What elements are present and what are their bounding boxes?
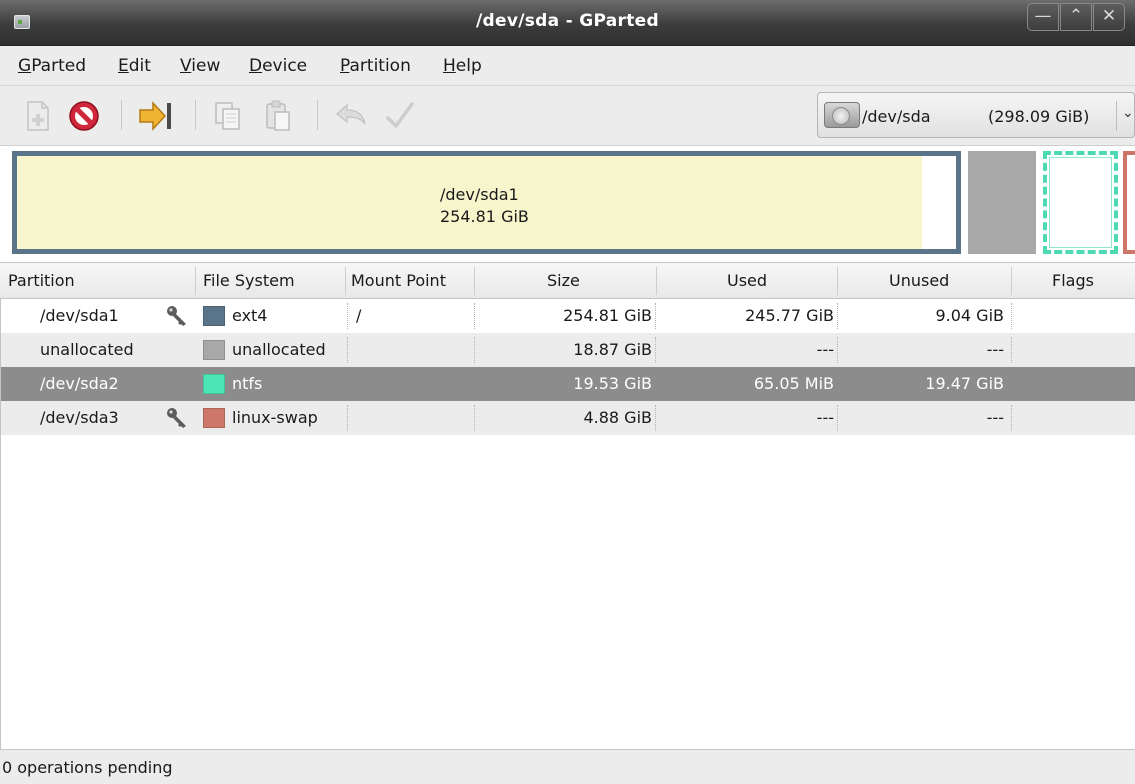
toolbar-separator bbox=[317, 100, 318, 130]
column-size[interactable]: Size bbox=[547, 271, 580, 290]
menu-partition-label: artition bbox=[349, 56, 411, 76]
menu-partition[interactable]: Partition bbox=[340, 56, 411, 76]
menu-view-accel: V bbox=[180, 56, 192, 76]
status-bar: 0 operations pending bbox=[0, 749, 1135, 784]
cell-size: 4.88 GiB bbox=[583, 408, 652, 427]
menu-partition-accel: P bbox=[340, 56, 350, 76]
table-left-border bbox=[0, 299, 1, 750]
column-flags[interactable]: Flags bbox=[1052, 271, 1094, 290]
disk-map: /dev/sda1 254.81 GiB bbox=[0, 146, 1135, 259]
fs-color-swatch bbox=[203, 340, 225, 360]
minimize-button[interactable]: — bbox=[1027, 3, 1059, 31]
menu-help-accel: H bbox=[443, 56, 456, 76]
device-size: (298.09 GiB) bbox=[988, 107, 1090, 126]
device-name: /dev/sda bbox=[862, 107, 931, 126]
maximize-button[interactable]: ⌃ bbox=[1060, 3, 1092, 31]
cell-used: 65.05 MiB bbox=[753, 374, 834, 393]
cell-partition: /dev/sda2 bbox=[40, 374, 119, 393]
resize-move-icon[interactable] bbox=[137, 98, 173, 134]
partition-block-size: 254.81 GiB bbox=[440, 207, 529, 226]
table-row[interactable]: unallocated unallocated 18.87 GiB --- --… bbox=[0, 333, 1135, 367]
fs-color-swatch bbox=[203, 374, 225, 394]
menu-gparted-label: Parted bbox=[31, 56, 86, 76]
copy-icon[interactable] bbox=[210, 98, 246, 134]
menu-device-accel: D bbox=[249, 56, 263, 76]
column-divider bbox=[195, 267, 196, 295]
apply-icon[interactable] bbox=[382, 98, 418, 134]
partition-block-unallocated[interactable] bbox=[968, 151, 1036, 254]
column-divider bbox=[837, 267, 838, 295]
column-partition[interactable]: Partition bbox=[8, 271, 75, 290]
lock-key-icon bbox=[167, 408, 186, 428]
table-header: Partition File System Mount Point Size U… bbox=[0, 263, 1135, 299]
partition-block-name: /dev/sda1 bbox=[440, 185, 519, 204]
cell-unused: 19.47 GiB bbox=[925, 374, 1004, 393]
menu-view[interactable]: View bbox=[180, 56, 220, 76]
partition-block-label: /dev/sda1 254.81 GiB bbox=[440, 184, 529, 228]
menu-device[interactable]: Device bbox=[249, 56, 307, 76]
column-divider bbox=[474, 267, 475, 295]
column-unused[interactable]: Unused bbox=[889, 271, 949, 290]
cell-mountpoint: / bbox=[356, 306, 362, 325]
menu-view-label: iew bbox=[191, 56, 221, 76]
chevron-down-icon[interactable]: ⌄ bbox=[1122, 105, 1134, 121]
menu-help-label: elp bbox=[455, 56, 482, 76]
cell-partition: /dev/sda1 bbox=[40, 306, 119, 325]
table-row-selected[interactable]: /dev/sda2 ntfs 19.53 GiB 65.05 MiB 19.47… bbox=[0, 367, 1135, 401]
cell-unused: 9.04 GiB bbox=[935, 306, 1004, 325]
paste-icon[interactable] bbox=[260, 98, 296, 134]
status-text: 0 operations pending bbox=[2, 758, 173, 777]
column-divider bbox=[1011, 267, 1012, 295]
undo-icon[interactable] bbox=[333, 98, 369, 134]
cell-size: 254.81 GiB bbox=[563, 306, 652, 325]
cell-filesystem: ntfs bbox=[232, 374, 263, 393]
cell-used: --- bbox=[816, 408, 834, 427]
menu-gparted-accel: G bbox=[18, 56, 32, 76]
table-row[interactable]: /dev/sda1 ext4 / 254.81 GiB 245.77 GiB 9… bbox=[0, 299, 1135, 333]
new-partition-icon[interactable] bbox=[20, 98, 56, 134]
menu-edit-label: dit bbox=[128, 56, 151, 76]
delete-partition-icon[interactable] bbox=[66, 98, 102, 134]
device-selector[interactable]: /dev/sda (298.09 GiB) ⌄ bbox=[817, 92, 1135, 138]
menu-help[interactable]: Help bbox=[443, 56, 482, 76]
column-divider bbox=[345, 267, 346, 295]
partition-block-sda2[interactable] bbox=[1043, 151, 1118, 254]
column-divider bbox=[656, 267, 657, 295]
cell-unused: --- bbox=[986, 408, 1004, 427]
window-title: /dev/sda - GParted bbox=[476, 11, 659, 31]
close-button[interactable]: ✕ bbox=[1093, 3, 1125, 31]
partition-block-sda3[interactable] bbox=[1123, 151, 1135, 254]
hard-disk-icon bbox=[824, 102, 860, 128]
cell-filesystem: unallocated bbox=[232, 340, 326, 359]
toolbar: /dev/sda (298.09 GiB) ⌄ bbox=[0, 86, 1135, 146]
fs-color-swatch bbox=[203, 408, 225, 428]
menu-edit-accel: E bbox=[118, 56, 129, 76]
menu-edit[interactable]: Edit bbox=[118, 56, 151, 76]
toolbar-separator bbox=[121, 100, 122, 130]
column-used[interactable]: Used bbox=[727, 271, 767, 290]
cell-partition: unallocated bbox=[40, 340, 134, 359]
toolbar-separator bbox=[195, 100, 196, 130]
combo-separator bbox=[1116, 101, 1117, 131]
column-mountpoint[interactable]: Mount Point bbox=[351, 271, 446, 290]
cell-filesystem: linux-swap bbox=[232, 408, 318, 427]
cell-unused: --- bbox=[986, 340, 1004, 359]
table-row[interactable]: /dev/sda3 linux-swap 4.88 GiB --- --- bbox=[0, 401, 1135, 435]
cell-size: 19.53 GiB bbox=[573, 374, 652, 393]
fs-color-swatch bbox=[203, 306, 225, 326]
cell-partition: /dev/sda3 bbox=[40, 408, 119, 427]
menu-device-label: evice bbox=[262, 56, 308, 76]
partition-block-sda1[interactable]: /dev/sda1 254.81 GiB bbox=[12, 151, 961, 254]
cell-used: 245.77 GiB bbox=[745, 306, 834, 325]
cell-filesystem: ext4 bbox=[232, 306, 268, 325]
cell-used: --- bbox=[816, 340, 834, 359]
cell-size: 18.87 GiB bbox=[573, 340, 652, 359]
lock-key-icon bbox=[167, 306, 186, 326]
menu-gparted[interactable]: GParted bbox=[18, 56, 86, 76]
title-bar: /dev/sda - GParted — ⌃ ✕ bbox=[0, 0, 1135, 46]
column-filesystem[interactable]: File System bbox=[203, 271, 295, 290]
menu-bar: GParted Edit View Device Partition Help bbox=[0, 46, 1135, 86]
partition-table: Partition File System Mount Point Size U… bbox=[0, 262, 1135, 750]
